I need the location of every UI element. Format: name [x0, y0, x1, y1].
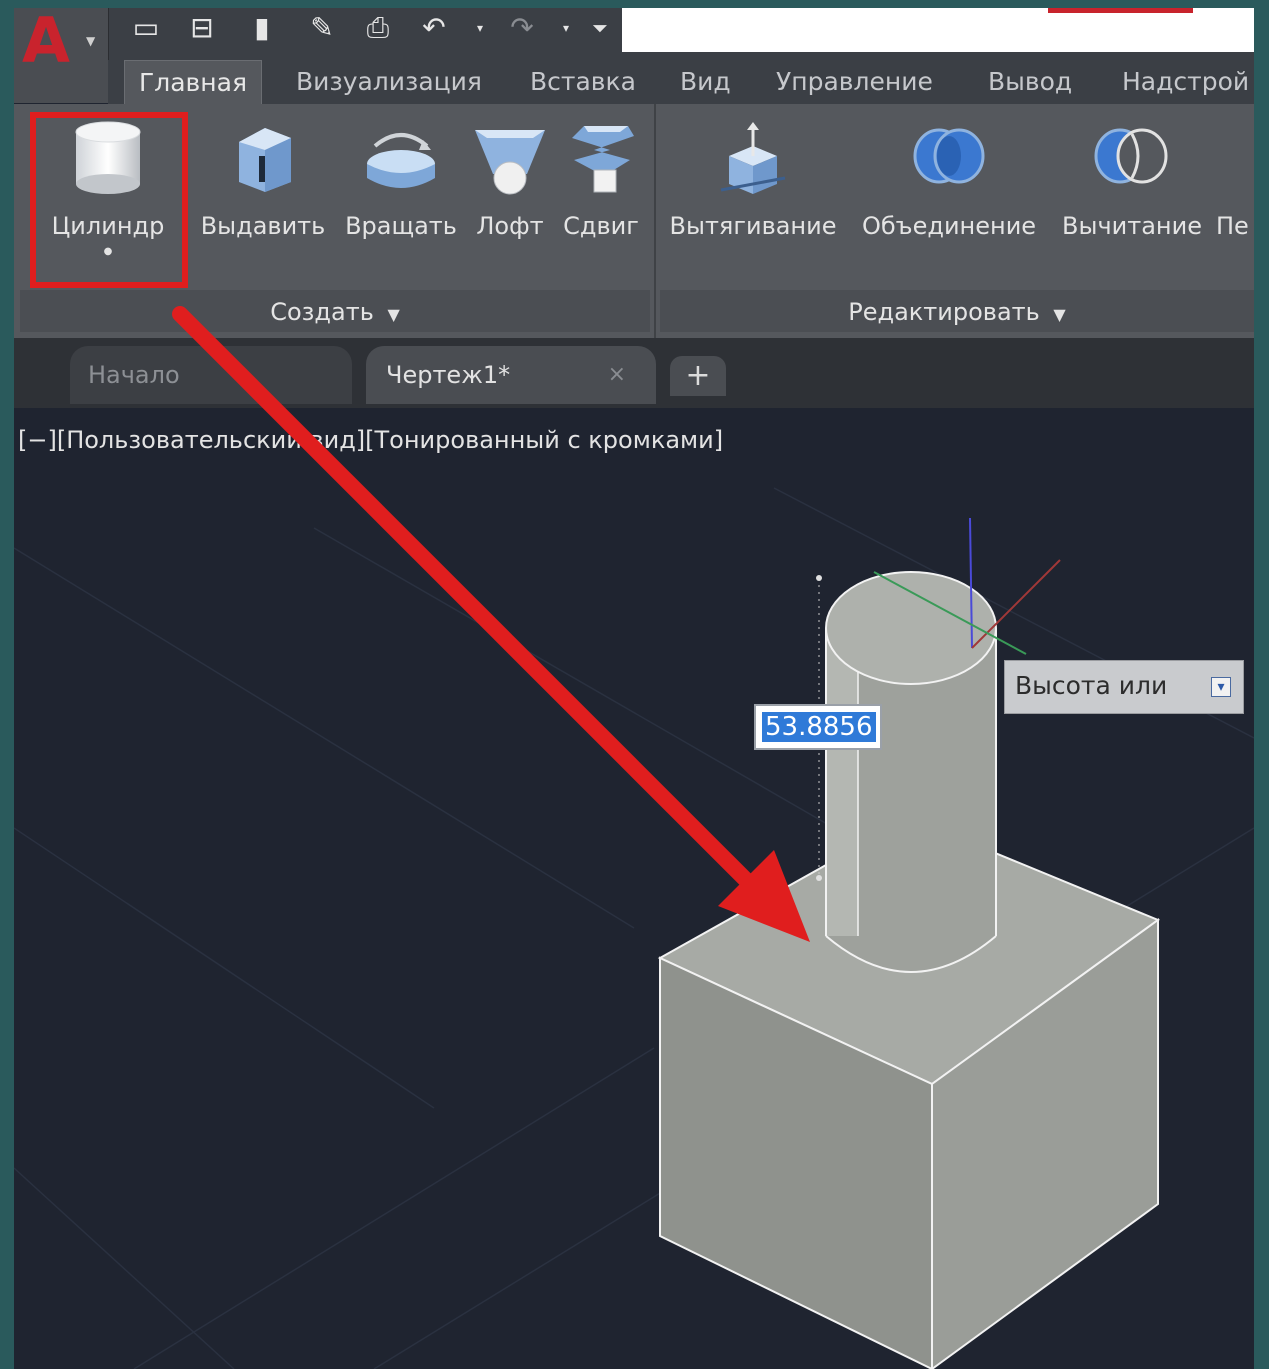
print-icon[interactable]: ⎙ [362, 12, 394, 44]
sweep-icon [572, 126, 634, 193]
tab-manage[interactable]: Управление [762, 60, 947, 104]
tab-start[interactable]: Начало [70, 346, 352, 404]
edit-panel-title[interactable]: Редактировать ▼ [660, 294, 1254, 330]
sweep-button[interactable]: Сдвиг [560, 112, 642, 282]
tab-output[interactable]: Вывод [974, 60, 1086, 104]
viewport-scene [14, 487, 1254, 1369]
drawing-viewport[interactable]: [−][Пользовательский вид][Тонированный с… [14, 408, 1254, 1369]
quick-access-toolbar: ▭ ⊟ ▮ ✎ ⎙ ↶ ▾ ↷ ▾ ⏷ [14, 8, 1254, 60]
edit-panel-label: Редактировать [848, 298, 1040, 326]
customize-icon[interactable]: ⏷ [584, 12, 616, 44]
save-as-icon[interactable]: ✎ [306, 12, 338, 44]
height-value: 53.8856 [762, 712, 876, 742]
title-bar [622, 8, 1254, 52]
redo-icon[interactable]: ↷ [506, 12, 538, 44]
loft-icon [475, 130, 545, 195]
file-tabs: Начало Чертеж1* × + [14, 338, 1254, 408]
subtract-label: Вычитание [1062, 212, 1202, 240]
tab-start-label: Начало [88, 361, 180, 389]
tab-drawing1[interactable]: Чертеж1* × [366, 346, 656, 404]
tab-view[interactable]: Вид [666, 60, 745, 104]
save-icon[interactable]: ▮ [246, 12, 278, 44]
options-dropdown-icon[interactable]: ▾ [1211, 677, 1231, 697]
panel-divider [654, 104, 656, 338]
presspull-icon [720, 122, 786, 194]
application-menu-button[interactable]: A ▼ [14, 8, 109, 103]
extrude-icon [239, 128, 291, 192]
presspull-label: Вытягивание [669, 212, 837, 240]
autocad-window: ▭ ⊟ ▮ ✎ ⎙ ↶ ▾ ↷ ▾ ⏷ A ▼ Главная Визуализ… [14, 8, 1254, 1369]
chevron-down-icon: ▼ [387, 305, 400, 324]
union-button[interactable]: Объединение [854, 112, 1044, 282]
subtract-icon [1094, 128, 1168, 184]
subtract-button[interactable]: Вычитание [1054, 112, 1210, 282]
union-label: Объединение [861, 212, 1037, 240]
intersect-button[interactable]: Пе [1214, 112, 1254, 282]
revolve-button[interactable]: Вращать [342, 112, 460, 282]
sweep-label: Сдвиг [563, 212, 639, 240]
intersect-label: Пе [1216, 212, 1249, 240]
extrude-button[interactable]: Выдавить [196, 112, 330, 282]
ribbon-tabs: Главная Визуализация Вставка Вид Управле… [108, 60, 1254, 105]
create-panel-label: Создать [270, 298, 374, 326]
new-icon[interactable]: ▭ [130, 12, 162, 44]
loft-label: Лофт [476, 212, 544, 240]
revolve-label: Вращать [345, 212, 457, 240]
tab-addins[interactable]: Надстрой [1108, 60, 1254, 104]
undo-icon[interactable]: ↶ [418, 12, 450, 44]
union-icon [913, 128, 985, 184]
viewport-controls-label[interactable]: [−][Пользовательский вид][Тонированный с… [18, 426, 723, 454]
redo-dropdown-icon[interactable]: ▾ [550, 12, 582, 44]
tab-insert[interactable]: Вставка [516, 60, 650, 104]
prompt-text: Высота или [1015, 671, 1168, 700]
tab-home[interactable]: Главная [124, 60, 262, 105]
loft-button[interactable]: Лофт [470, 112, 550, 282]
new-tab-button[interactable]: + [670, 356, 726, 396]
presspull-button[interactable]: Вытягивание [664, 112, 842, 282]
tab-drawing1-label: Чертеж1* [386, 361, 511, 389]
cylinder-highlight-box [30, 112, 188, 288]
chevron-down-icon: ▼ [86, 34, 96, 48]
create-panel-title[interactable]: Создать ▼ [20, 294, 650, 330]
dynamic-input-field[interactable]: 53.8856 [754, 704, 882, 750]
close-strip[interactable] [1048, 8, 1193, 13]
ribbon: Цилиндр ● Выдавить Вращать Лофт Сдвиг Вы… [14, 104, 1254, 338]
undo-dropdown-icon[interactable]: ▾ [464, 12, 496, 44]
revolve-icon [367, 133, 435, 188]
autocad-logo: A [22, 8, 70, 77]
tab-visualize[interactable]: Визуализация [282, 60, 496, 104]
extrude-label: Выдавить [200, 212, 326, 240]
command-prompt-tooltip: Высота или ▾ [1004, 660, 1244, 714]
close-icon[interactable]: × [608, 346, 626, 404]
chevron-down-icon: ▼ [1053, 305, 1066, 324]
open-icon[interactable]: ⊟ [186, 12, 218, 44]
